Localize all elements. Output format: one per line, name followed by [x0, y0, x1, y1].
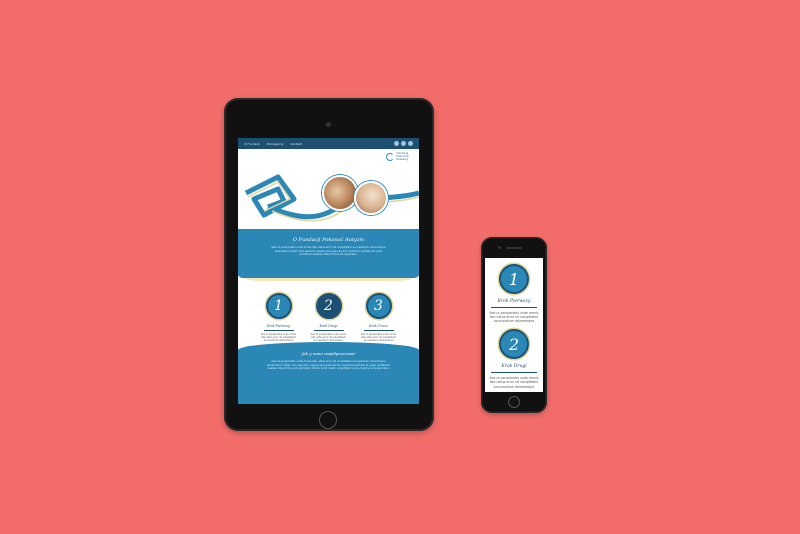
instagram-icon[interactable] [408, 141, 413, 146]
phone-step-1-circle: 1 [499, 264, 529, 294]
hero: Fundacja Pomocnik Ruszamy [238, 149, 419, 229]
phone-camera [498, 246, 501, 249]
step-3-desc: Sed ut perspiciatis unde omnis iste natu… [360, 332, 397, 342]
phone-step-2-circle: 2 [499, 329, 529, 360]
step-1-title: Krok Pierwszy [266, 324, 291, 328]
tablet-screen: O Fundacji Pomagamy Kontakt Fundacja Pom… [238, 138, 419, 404]
step-divider [263, 330, 294, 331]
step-divider [313, 330, 344, 331]
about-band: O Fundacji Pokonać Autyzm Sed ut perspic… [238, 229, 419, 275]
step-1-circle: 1 [265, 293, 292, 319]
logo-line-3: Ruszamy [396, 157, 409, 161]
hero-photo-1 [322, 175, 358, 211]
tablet-device: O Fundacji Pomagamy Kontakt Fundacja Pom… [224, 98, 434, 431]
tablet-home-button[interactable] [319, 411, 337, 429]
cooperation-text: Sed ut perspiciatis unde omnis iste natu… [266, 360, 391, 371]
step-3-circle: 3 [365, 293, 392, 319]
step-2-circle: 2 [315, 293, 342, 319]
phone-step-2: 2 Krok Drugi Sed ut perspiciatis unde om… [485, 323, 543, 389]
phone-step-1-desc: Sed ut perspiciatis unde omnis iste natu… [489, 310, 539, 324]
step-2-desc: Sed ut perspiciatis unde omnis iste natu… [310, 332, 347, 342]
phone-device: 1 Krok Pierwszy Sed ut perspiciatis unde… [481, 237, 547, 413]
about-text: Sed ut perspiciatis unde omnis iste natu… [271, 246, 386, 256]
logo-icon [385, 153, 394, 162]
step-divider [491, 307, 537, 308]
about-heading: O Fundacji Pokonać Autyzm [292, 237, 365, 243]
band-wave [238, 275, 419, 285]
phone-home-button[interactable] [508, 396, 520, 408]
logo[interactable]: Fundacja Pomocnik Ruszamy [385, 152, 409, 162]
nav-link-help[interactable]: Pomagamy [267, 142, 284, 146]
phone-screen: 1 Krok Pierwszy Sed ut perspiciatis unde… [485, 258, 543, 392]
cooperation-section: Jak y nami współpracować Sed ut perspici… [238, 342, 419, 404]
step-3-title: Krok Trzeci [369, 324, 388, 328]
phone-step-1-title: Krok Pierwszy [497, 299, 531, 304]
nav-link-about[interactable]: O Fundacji [244, 142, 260, 146]
step-2-title: Krok Drugi [319, 324, 338, 328]
step-divider [491, 372, 537, 373]
hero-photo-2 [354, 181, 388, 215]
phone-step-2-title: Krok Drugi [501, 364, 527, 370]
step-1-desc: Sed ut perspiciatis unde omnis iste natu… [260, 332, 297, 342]
tablet-camera [326, 122, 331, 127]
phone-step-2-desc: Sed ut perspiciatis unde omnis iste natu… [489, 375, 539, 389]
logo-text: Fundacja Pomocnik Ruszamy [396, 152, 409, 162]
step-divider [363, 330, 394, 331]
twitter-icon[interactable] [401, 141, 406, 146]
phone-speaker [506, 247, 522, 249]
facebook-icon[interactable] [394, 141, 399, 146]
phone-step-1: 1 Krok Pierwszy Sed ut perspiciatis unde… [485, 258, 543, 323]
cooperation-heading: Jak y nami współpracować [301, 351, 356, 356]
top-nav: O Fundacji Pomagamy Kontakt [238, 138, 419, 149]
nav-link-contact[interactable]: Kontakt [291, 142, 302, 146]
social-links [394, 141, 413, 146]
